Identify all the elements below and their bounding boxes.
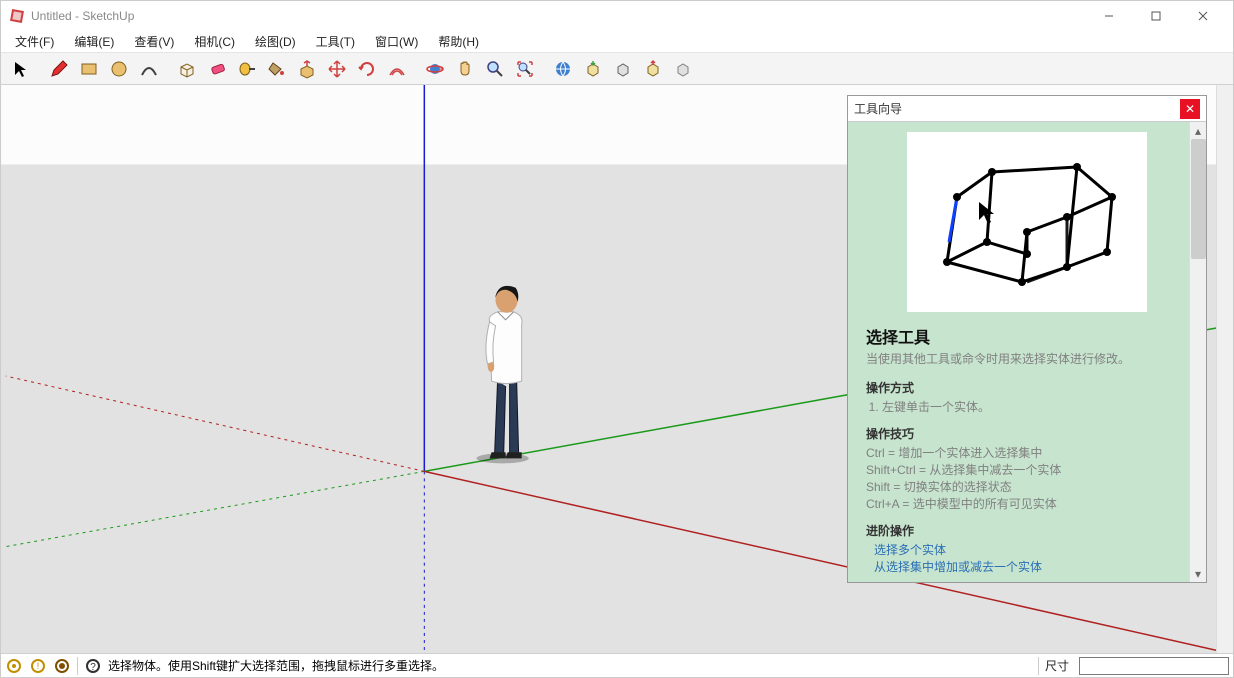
scroll-thumb[interactable] [1191,139,1206,259]
titlebar: Untitled - SketchUp [1,1,1233,31]
instructor-tips-heading: 操作技巧 [866,425,1188,442]
scroll-up-icon[interactable]: ▴ [1190,122,1206,139]
instructor-op-heading: 操作方式 [866,379,1188,396]
claim-credit-icon[interactable] [53,657,71,675]
axis-green-negative [6,471,424,546]
instructor-tool-title: 选择工具 [866,324,1188,348]
menu-window[interactable]: 窗口(W) [367,31,426,52]
dimensions-input[interactable] [1079,657,1229,675]
minimize-button[interactable] [1086,2,1131,30]
scale-figure[interactable] [477,286,529,463]
maximize-button[interactable] [1133,2,1178,30]
menu-view[interactable]: 查看(V) [126,31,182,52]
close-button[interactable] [1180,2,1225,30]
orbit-tool[interactable] [421,55,449,83]
pan-tool[interactable] [451,55,479,83]
menu-file[interactable]: 文件(F) [7,31,62,52]
app-window: Untitled - SketchUp 文件(F) 编辑(E) 查看(V) 相机… [0,0,1234,678]
instructor-adv-heading: 进阶操作 [866,522,1188,539]
window-title: Untitled - SketchUp [31,9,1086,23]
instructor-tool-desc: 当使用其他工具或命令时用来选择实体进行修改。 [866,350,1188,367]
window-controls [1086,2,1225,30]
instructor-illustration [907,132,1147,312]
axis-red-negative [6,376,424,471]
svg-text:?: ? [90,662,96,673]
get-models-tool[interactable] [579,55,607,83]
instructor-tip: Shift+Ctrl = 从选择集中减去一个实体 [866,461,1188,478]
instructor-tip: Shift = 切换实体的选择状态 [866,478,1188,495]
viewport-scrollbar[interactable] [1216,85,1233,653]
rectangle-tool[interactable] [75,55,103,83]
menu-edit[interactable]: 编辑(E) [66,31,122,52]
circle-tool[interactable] [105,55,133,83]
menu-draw[interactable]: 绘图(D) [247,31,304,52]
svg-text:!: ! [37,661,40,671]
credits-icon[interactable]: ! [29,657,47,675]
zoom-tool[interactable] [481,55,509,83]
statusbar: ! ? 选择物体。使用Shift键扩大选择范围，拖拽鼠标进行多重选择。 尺寸 [1,653,1233,677]
instructor-adv-link[interactable]: 选择多个实体 [874,541,1188,558]
pencil-tool[interactable] [45,55,73,83]
app-logo-icon [9,8,25,24]
instructor-scrollbar[interactable]: ▴ ▾ [1189,122,1206,582]
instructor-adv-link[interactable]: 从选择集中增加或减去一个实体 [874,558,1188,575]
move-tool[interactable] [323,55,351,83]
status-hint: 选择物体。使用Shift键扩大选择范围，拖拽鼠标进行多重选择。 [108,657,1032,674]
instructor-header[interactable]: 工具向导 ✕ [848,96,1206,122]
tape-measure-tool[interactable] [233,55,261,83]
menu-tools[interactable]: 工具(T) [308,31,363,52]
instructor-tip: Ctrl+A = 选中模型中的所有可见实体 [866,495,1188,512]
paint-bucket-tool[interactable] [263,55,291,83]
extension-warehouse-tool[interactable] [669,55,697,83]
eraser-tool[interactable] [203,55,231,83]
pushpull-tool[interactable] [293,55,321,83]
scroll-down-icon[interactable]: ▾ [1190,565,1206,582]
instructor-title: 工具向导 [854,100,1180,117]
zoom-extents-tool[interactable] [511,55,539,83]
viewport[interactable]: 工具向导 ✕ [1,85,1233,653]
instructor-panel: 工具向导 ✕ [847,95,1207,583]
menu-camera[interactable]: 相机(C) [186,31,243,52]
help-icon[interactable]: ? [84,657,102,675]
warehouse-tool[interactable] [549,55,577,83]
menubar: 文件(F) 编辑(E) 查看(V) 相机(C) 绘图(D) 工具(T) 窗口(W… [1,31,1233,53]
dimensions-label: 尺寸 [1045,657,1069,674]
geo-location-icon[interactable] [5,657,23,675]
make-component-tool[interactable] [173,55,201,83]
instructor-close-button[interactable]: ✕ [1180,99,1200,119]
menu-help[interactable]: 帮助(H) [430,31,487,52]
arc-tool[interactable] [135,55,163,83]
instructor-tip: Ctrl = 增加一个实体进入选择集中 [866,444,1188,461]
rotate-tool[interactable] [353,55,381,83]
instructor-body: 选择工具 当使用其他工具或命令时用来选择实体进行修改。 操作方式 左键单击一个实… [848,122,1206,582]
instructor-op-step: 左键单击一个实体。 [882,398,1188,415]
offset-tool[interactable] [383,55,411,83]
upload-tool[interactable] [639,55,667,83]
select-tool[interactable] [7,55,35,83]
toolbar [1,53,1233,85]
share-model-tool[interactable] [609,55,637,83]
